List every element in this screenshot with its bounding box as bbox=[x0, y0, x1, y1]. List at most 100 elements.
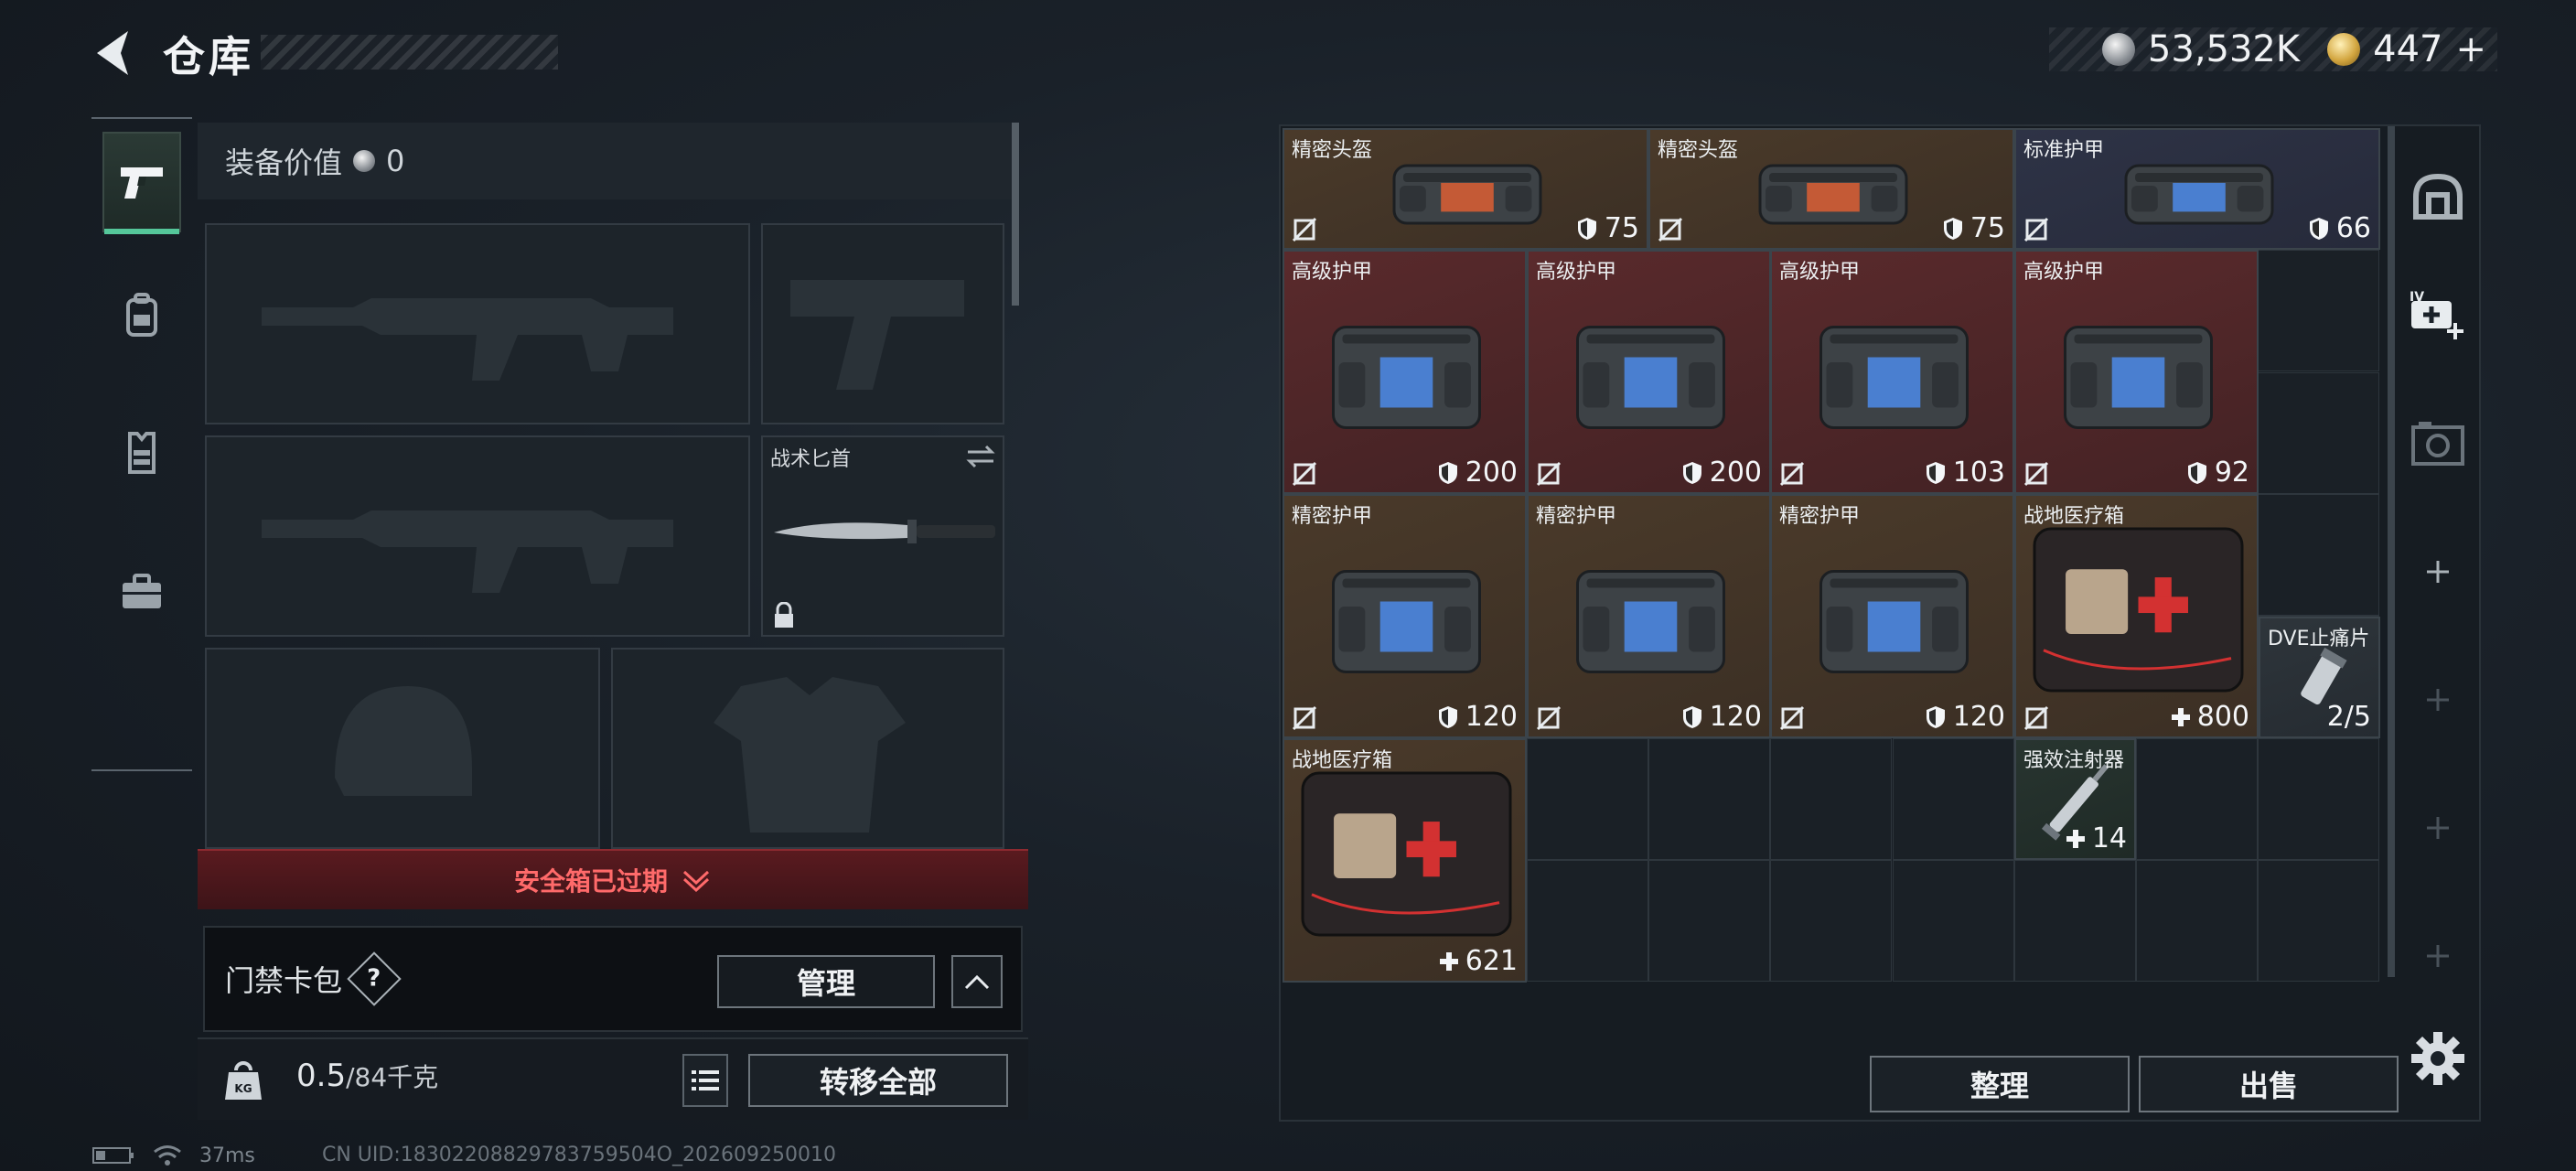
helmet-icon[interactable] bbox=[2397, 156, 2479, 238]
grid-cell[interactable] bbox=[2013, 859, 2136, 982]
storage-grid: 精密头盔 75 精密头盔 75 标准护甲 66 高级护甲 200 高级护甲 20… bbox=[1283, 128, 2380, 1043]
storage-item[interactable]: DVE止痛片 2/5 bbox=[2259, 617, 2380, 738]
plus-icon[interactable] bbox=[2397, 531, 2479, 613]
rifle-silhouette-icon bbox=[262, 298, 673, 381]
helmet-slot[interactable] bbox=[205, 648, 600, 849]
equipment-panel: 装备价值 0 战术匕首 安全箱已过期 门禁卡包 ? 管理 KG 0.5/84千克… bbox=[198, 123, 1028, 1120]
plus-icon[interactable] bbox=[2397, 659, 2479, 741]
swap-icon[interactable] bbox=[964, 443, 997, 470]
storage-item[interactable]: 战地医疗箱 621 bbox=[1283, 738, 1527, 983]
grid-cell[interactable] bbox=[1892, 737, 2014, 860]
storage-item[interactable]: 精密护甲 120 bbox=[1283, 494, 1527, 738]
gear-icon[interactable] bbox=[2408, 1028, 2468, 1089]
grid-cell[interactable] bbox=[2258, 371, 2380, 494]
chevron-down-icon bbox=[682, 870, 710, 893]
storage-item[interactable]: 标准护甲 66 bbox=[2014, 128, 2380, 250]
storage-item[interactable]: 高级护甲 103 bbox=[1770, 250, 2014, 494]
heal-plus-icon bbox=[2066, 829, 2085, 848]
list-view-button[interactable] bbox=[682, 1054, 728, 1107]
knife-icon bbox=[774, 520, 995, 543]
photo-icon[interactable] bbox=[2397, 403, 2479, 485]
tab-vest[interactable] bbox=[102, 403, 181, 503]
safe-box-expired-alert[interactable]: 安全箱已过期 bbox=[198, 849, 1028, 909]
help-icon[interactable]: ? bbox=[347, 951, 402, 1006]
keycard-bag-label: 门禁卡包 bbox=[225, 963, 343, 998]
grid-cell[interactable] bbox=[1770, 859, 1893, 982]
tab-weapons[interactable] bbox=[102, 132, 181, 234]
grid-cell[interactable] bbox=[1770, 737, 1893, 860]
shield-icon bbox=[1682, 461, 1701, 484]
manage-button[interactable]: 管理 bbox=[717, 955, 935, 1008]
secondary-weapon-slot[interactable] bbox=[205, 435, 750, 637]
grid-cell[interactable] bbox=[1526, 737, 1648, 860]
storage-item[interactable]: 强效注射器 14 bbox=[2014, 738, 2136, 860]
gold-add-button[interactable]: + bbox=[2455, 28, 2486, 70]
vest-icon bbox=[128, 432, 156, 474]
uid-text: CN UID:18302208829783759504O_20260925001… bbox=[322, 1144, 836, 1166]
no-bind-icon bbox=[1658, 217, 1683, 242]
keycard-bag-row: 门禁卡包 ? 管理 bbox=[203, 926, 1023, 1032]
storage-item[interactable]: 高级护甲 200 bbox=[1283, 250, 1527, 494]
storage-item[interactable]: 高级护甲 92 bbox=[2014, 250, 2259, 494]
item-value: 92 bbox=[2185, 457, 2249, 489]
grid-cell[interactable] bbox=[2258, 493, 2380, 616]
item-name: 战地医疗箱 bbox=[1292, 749, 1393, 772]
tab-backpack[interactable] bbox=[102, 265, 181, 366]
primary-weapon-slot[interactable] bbox=[205, 223, 750, 424]
heal-plus-icon bbox=[2171, 707, 2190, 726]
lock-icon bbox=[775, 602, 793, 628]
grid-cell[interactable] bbox=[2136, 737, 2259, 860]
pistol-slot[interactable] bbox=[761, 223, 1004, 424]
item-name: 战地医疗箱 bbox=[2023, 505, 2125, 528]
item-value: 200 bbox=[1680, 457, 1762, 489]
no-bind-icon bbox=[1779, 461, 1805, 487]
item-name: 精密头盔 bbox=[1292, 139, 1373, 162]
collapse-button[interactable] bbox=[951, 955, 1003, 1008]
grid-cell[interactable] bbox=[1892, 859, 2014, 982]
storage-item[interactable]: 精密头盔 75 bbox=[1283, 128, 1648, 250]
sort-button[interactable]: 整理 bbox=[1870, 1056, 2130, 1112]
no-bind-icon bbox=[1292, 461, 1317, 487]
plus-icon[interactable] bbox=[2397, 915, 2479, 997]
item-name: 高级护甲 bbox=[2023, 261, 2105, 284]
shield-icon bbox=[2187, 461, 2206, 484]
item-name: 精密护甲 bbox=[1536, 505, 1617, 528]
category-sidebar bbox=[91, 117, 192, 771]
storage-item[interactable]: 精密护甲 120 bbox=[1527, 494, 1771, 738]
grid-cell[interactable] bbox=[2258, 250, 2380, 372]
equipment-scrollbar[interactable] bbox=[1012, 123, 1019, 306]
item-name: 标准护甲 bbox=[2023, 139, 2105, 162]
storage-item[interactable]: 精密护甲 120 bbox=[1770, 494, 2014, 738]
grid-cell[interactable] bbox=[1526, 859, 1648, 982]
rifle-silhouette-icon bbox=[262, 510, 673, 593]
body-armor-slot[interactable] bbox=[611, 648, 1004, 849]
item-name: 精密护甲 bbox=[1779, 505, 1861, 528]
currency-display: 53,532K 447 + bbox=[2049, 27, 2497, 71]
svg-text:KG: KG bbox=[234, 1082, 252, 1095]
transfer-all-button[interactable]: 转移全部 bbox=[748, 1054, 1008, 1107]
grid-cell[interactable] bbox=[2136, 859, 2259, 982]
grid-cell[interactable] bbox=[2258, 737, 2380, 860]
storage-item[interactable]: 战地医疗箱 800 bbox=[2014, 494, 2259, 738]
storage-panel: 精密头盔 75 精密头盔 75 标准护甲 66 高级护甲 200 高级护甲 20… bbox=[1279, 124, 2481, 1122]
ping-text: 37ms bbox=[199, 1144, 255, 1167]
storage-item[interactable]: 精密头盔 75 bbox=[1648, 128, 2014, 250]
grid-cell[interactable] bbox=[2258, 859, 2380, 982]
melee-slot[interactable]: 战术匕首 bbox=[761, 435, 1004, 637]
gold-coin-icon bbox=[2327, 33, 2361, 66]
item-name: 精密护甲 bbox=[1292, 505, 1373, 528]
grid-cell[interactable] bbox=[1648, 859, 1770, 982]
add-medkit-icon[interactable]: IV bbox=[2397, 274, 2479, 357]
item-name: DVE止痛片 bbox=[2268, 628, 2370, 650]
storage-item[interactable]: 高级护甲 200 bbox=[1527, 250, 1771, 494]
armor-silhouette-icon bbox=[714, 677, 906, 833]
silver-coin-icon bbox=[2101, 33, 2135, 66]
plus-icon[interactable] bbox=[2397, 787, 2479, 869]
sell-button[interactable]: 出售 bbox=[2139, 1056, 2399, 1112]
no-bind-icon bbox=[2023, 705, 2049, 731]
tab-case[interactable] bbox=[102, 542, 181, 642]
svg-text:IV: IV bbox=[2410, 290, 2424, 305]
grid-cell[interactable] bbox=[1648, 737, 1770, 860]
storage-scrollbar[interactable] bbox=[2388, 126, 2395, 977]
back-arrow-icon[interactable] bbox=[88, 26, 143, 81]
